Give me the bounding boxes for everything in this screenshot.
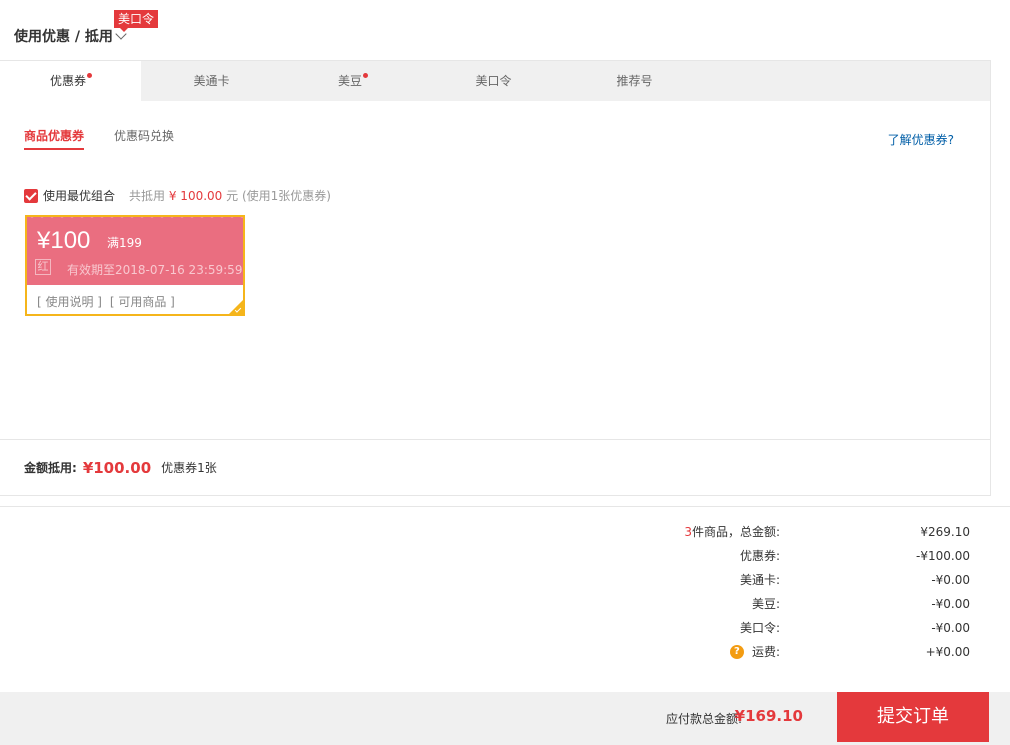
best-combo-row: 使用最优组合 共抵用 ¥ 100.00 元 (使用1张优惠券): [24, 187, 331, 204]
tab-referral[interactable]: 推荐号: [564, 61, 705, 101]
coupon-limit: 满199: [107, 236, 142, 250]
coupon-card[interactable]: ¥100 满199 红 有效期至2018-07-16 23:59:59 [ 使用…: [25, 215, 245, 316]
combo-note-prefix: 共抵用: [129, 189, 166, 203]
tab-label: 推荐号: [616, 74, 653, 88]
coupon-goods-link[interactable]: [ 可用商品 ]: [110, 295, 175, 309]
order-summary: 3 件商品，总金额: ¥269.10 优惠券: -¥100.00 美通卡: -¥0…: [600, 520, 970, 664]
deduction-count: 优惠券1张: [161, 461, 217, 475]
summary-label: 美口令:: [739, 621, 780, 635]
combo-note-unit: 元: [226, 189, 239, 203]
panel-footer: 金额抵用: ¥100.00 优惠券1张: [0, 439, 990, 495]
coupon-price: ¥100: [37, 227, 91, 254]
total-label: 应付款总金额:: [665, 712, 742, 726]
summary-row-total: 3 件商品，总金额: ¥269.10: [600, 520, 970, 544]
learn-coupon-link[interactable]: 了解优惠券?: [888, 131, 954, 148]
summary-row-coupon: 优惠券: -¥100.00: [600, 544, 970, 568]
coupon-panel: 优惠券 美通卡 美豆 美口令 推荐号 商品优惠券 优惠码兑换 了解优惠券? 使用…: [0, 60, 991, 496]
coupon-usage-link[interactable]: [ 使用说明 ]: [37, 295, 102, 309]
coupon-wave-edge: [27, 217, 243, 221]
coupon-links: [ 使用说明 ] [ 可用商品 ]: [27, 285, 243, 314]
help-icon[interactable]: ?: [729, 645, 744, 659]
coupon-header: ¥100 满199 红 有效期至2018-07-16 23:59:59: [27, 217, 243, 285]
summary-label: 3 件商品，总金额:: [600, 520, 780, 544]
best-combo-label[interactable]: 使用最优组合: [43, 187, 115, 204]
tab-label: 美豆: [337, 74, 362, 88]
tab-label: 美通卡: [193, 74, 230, 88]
subtab-goods-coupon[interactable]: 商品优惠券: [24, 127, 85, 150]
checkout-bar: 应付款总金额: ¥169.10 提交订单: [0, 692, 1010, 745]
best-combo-checkbox[interactable]: [24, 188, 38, 203]
deduction-label: 金额抵用:: [24, 461, 77, 475]
summary-row-meidou: 美豆: -¥0.00: [600, 592, 970, 616]
summary-row-meikouling: 美口令: -¥0.00: [600, 616, 970, 640]
items-label: 件商品，总金额:: [691, 525, 780, 539]
divider: [0, 506, 1010, 507]
submit-order-button[interactable]: 提交订单: [837, 692, 989, 742]
summary-value: -¥0.00: [931, 573, 970, 587]
summary-value: -¥0.00: [931, 597, 970, 611]
summary-label: ? 运费:: [600, 640, 780, 664]
notification-dot: [363, 73, 368, 78]
combo-note: 共抵用 ¥ 100.00 元 (使用1张优惠券): [129, 187, 331, 204]
coupon-type-badge: 红: [35, 259, 51, 275]
summary-row-meitong: 美通卡: -¥0.00: [600, 568, 970, 592]
summary-label: 美豆:: [751, 597, 780, 611]
subtab-bar: 商品优惠券 优惠码兑换: [24, 127, 204, 150]
deduction-amount: ¥100.00: [82, 458, 152, 477]
combo-note-suffix: (使用1张优惠券): [241, 189, 331, 203]
tab-coupon[interactable]: 优惠券: [0, 61, 141, 101]
promo-tag: 美口令: [114, 10, 159, 32]
summary-value: -¥100.00: [916, 549, 970, 563]
tab-label: 优惠券: [49, 74, 86, 88]
tab-meitong-card[interactable]: 美通卡: [141, 61, 282, 101]
summary-value: -¥0.00: [931, 621, 970, 635]
items-count: 3: [684, 525, 692, 539]
total-value: ¥169.10: [734, 707, 803, 725]
notification-dot: [87, 73, 92, 78]
section-title[interactable]: 使用优惠 / 抵用: [14, 26, 127, 46]
tab-meidou[interactable]: 美豆: [282, 61, 423, 101]
section-title-text: 使用优惠 / 抵用: [14, 29, 113, 45]
summary-row-shipping: ? 运费: +¥0.00: [600, 640, 970, 664]
summary-label: 美通卡:: [739, 573, 780, 587]
summary-value: +¥0.00: [925, 645, 970, 659]
tab-bar: 优惠券 美通卡 美豆 美口令 推荐号: [0, 61, 990, 101]
coupon-expiry: 有效期至2018-07-16 23:59:59: [67, 263, 243, 277]
shipping-label: 运费:: [751, 645, 780, 659]
summary-label: 优惠券:: [739, 549, 780, 563]
summary-value: ¥269.10: [920, 525, 970, 539]
tab-meikouling[interactable]: 美口令: [423, 61, 564, 101]
subtab-code-exchange[interactable]: 优惠码兑换: [114, 127, 174, 150]
combo-note-amount: ¥ 100.00: [168, 189, 223, 203]
tab-label: 美口令: [475, 74, 512, 88]
